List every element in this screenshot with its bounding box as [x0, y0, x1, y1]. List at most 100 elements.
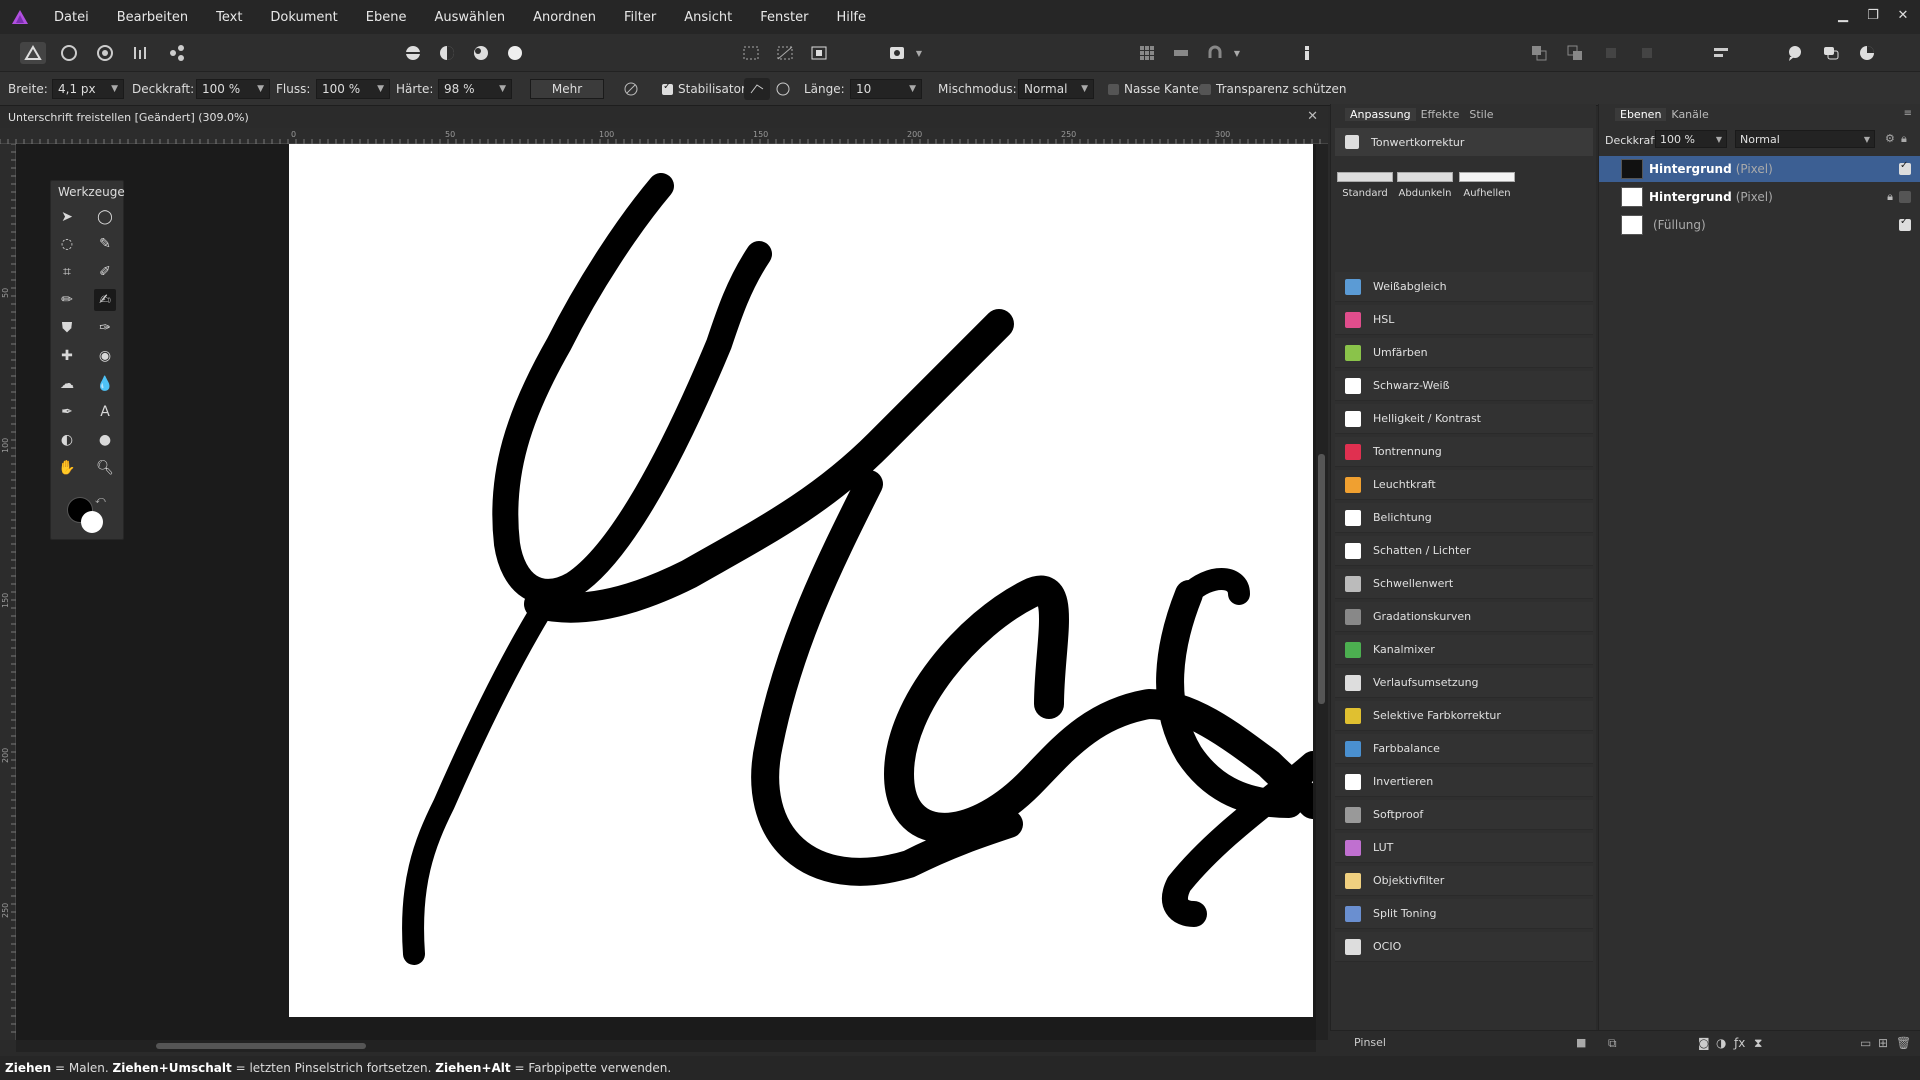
menu-item-3[interactable]: Dokument — [256, 10, 351, 25]
secondary-color-swatch[interactable] — [81, 511, 103, 533]
menu-item-4[interactable]: Ebene — [352, 10, 421, 25]
select-rect-icon[interactable] — [738, 42, 764, 64]
menu-item-0[interactable]: Datei — [40, 10, 103, 25]
zoom-tool-icon[interactable]: 🔍︎ — [94, 457, 116, 479]
blur-tool-icon[interactable]: 💧 — [94, 373, 116, 395]
close-window-icon[interactable]: ✕ — [1888, 0, 1918, 30]
minimize-window-icon[interactable]: ▁ — [1828, 0, 1858, 30]
layer-visibility-checkbox[interactable] — [1899, 160, 1911, 175]
liquify-persona-icon[interactable] — [56, 42, 82, 64]
quick-mask-icon[interactable] — [884, 42, 910, 64]
align-menu-icon[interactable] — [1708, 42, 1734, 64]
flow-field[interactable]: 100 % ▼ — [316, 79, 390, 99]
arrange-top-icon[interactable] — [1634, 42, 1660, 64]
adjustment-item[interactable]: Selektive Farbkorrektur — [1335, 701, 1593, 731]
paint-brush-icon[interactable]: ✍ — [94, 289, 116, 311]
add-live-filter-icon[interactable]: ⧗ — [1754, 1036, 1762, 1051]
ellipse-select-icon[interactable]: ◯ — [94, 206, 116, 228]
pen-tool-icon[interactable]: ✒ — [56, 401, 78, 423]
fill-brush-icon[interactable]: ✏ — [56, 289, 78, 311]
adjustment-item[interactable]: Weißabgleich — [1335, 272, 1593, 302]
assistant-icon[interactable] — [1782, 42, 1808, 64]
add-adjustment-icon[interactable]: ◑ — [1716, 1036, 1726, 1050]
tone-mapping-persona-icon[interactable] — [128, 42, 154, 64]
adjustment-item[interactable]: Leuchtkraft — [1335, 470, 1593, 500]
shape-tool-icon[interactable]: ● — [94, 429, 116, 451]
dodge-tool-icon[interactable]: ☁ — [56, 373, 78, 395]
adjustment-item[interactable]: Schatten / Lichter — [1335, 536, 1593, 566]
adjustment-item[interactable]: Helligkeit / Kontrast — [1335, 404, 1593, 434]
crop-tool-icon[interactable]: ⌗ — [56, 261, 78, 283]
vertical-scroll-thumb[interactable] — [1318, 454, 1325, 704]
auto-contrast-icon[interactable] — [434, 42, 460, 64]
snapping-dropdown-icon[interactable]: ▼ — [1230, 42, 1244, 64]
add-mask-icon[interactable]: ◙ — [1698, 1036, 1710, 1050]
layer-locked-icon[interactable]: 🔒︎ — [1887, 190, 1893, 204]
arrange-forward-icon[interactable] — [1562, 42, 1588, 64]
menu-item-8[interactable]: Ansicht — [670, 10, 746, 25]
layer-visibility-checkbox[interactable] — [1899, 216, 1911, 231]
add-layer-icon[interactable]: ⊞ — [1878, 1036, 1888, 1050]
restore-window-icon[interactable]: ❐ — [1858, 0, 1888, 30]
tab-stile[interactable]: Stile — [1464, 108, 1498, 121]
auto-colors-icon[interactable] — [468, 42, 494, 64]
auto-levels-icon[interactable] — [400, 42, 426, 64]
adjustment-item[interactable]: Invertieren — [1335, 767, 1593, 797]
tab-kanaele[interactable]: Kanäle — [1666, 108, 1713, 121]
wet-edges-checkbox[interactable] — [1108, 83, 1119, 95]
hand-tool-icon[interactable]: ✋ — [56, 457, 78, 479]
deselect-icon[interactable] — [772, 42, 798, 64]
adjustment-item[interactable]: Softproof — [1335, 800, 1593, 830]
layer-stack-icon[interactable]: ⧉ — [1608, 1036, 1617, 1051]
menu-item-6[interactable]: Anordnen — [519, 10, 610, 25]
layer-row[interactable]: (Füllung) — [1599, 212, 1920, 238]
context-help-icon[interactable] — [1294, 42, 1320, 64]
menu-item-10[interactable]: Hilfe — [822, 10, 880, 25]
adjustment-item[interactable]: Verlaufsumsetzung — [1335, 668, 1593, 698]
selection-brush-icon[interactable]: ✎ — [94, 233, 116, 255]
swap-colors-icon[interactable]: ⤺ — [95, 495, 106, 506]
layer-visibility-checkbox[interactable] — [1899, 191, 1911, 203]
adjustment-item[interactable]: Objektivfilter — [1335, 866, 1593, 896]
document-canvas[interactable] — [289, 144, 1313, 1017]
pixel-persona-icon[interactable] — [20, 42, 46, 64]
stabilizer-checkbox[interactable] — [662, 81, 673, 95]
protect-alpha-checkbox[interactable] — [1200, 83, 1211, 95]
close-document-icon[interactable]: ✕ — [1307, 109, 1318, 124]
healing-brush-icon[interactable]: ✚ — [56, 345, 78, 367]
vertical-scrollbar[interactable] — [1316, 144, 1328, 1040]
panel-menu-icon[interactable]: ≡ — [1904, 108, 1912, 119]
brush-panel-menu-icon[interactable]: ■ — [1576, 1036, 1586, 1049]
layer-settings-gear-icon[interactable]: ⚙ — [1885, 132, 1895, 145]
adjustment-item[interactable]: Tontrennung — [1335, 437, 1593, 467]
hardness-field[interactable]: 98 % ▼ — [438, 79, 512, 99]
menu-item-5[interactable]: Auswählen — [420, 10, 519, 25]
opacity-field[interactable]: 100 % ▼ — [196, 79, 270, 99]
adjustment-item[interactable]: Kanalmixer — [1335, 635, 1593, 665]
preset-aufhellen[interactable]: Aufhellen — [1459, 172, 1515, 199]
snapping-icon[interactable] — [1202, 42, 1228, 64]
adjustment-item[interactable]: Schwarz-Weiß — [1335, 371, 1593, 401]
adjustment-item[interactable]: Schwellenwert — [1335, 569, 1593, 599]
text-tool-icon[interactable]: A — [94, 401, 116, 423]
app-logo-icon[interactable] — [0, 0, 40, 34]
more-button[interactable]: Mehr — [530, 79, 604, 99]
protect-alpha-toggle[interactable]: Transparenz schützen — [1200, 80, 1347, 98]
color-picker-icon[interactable]: ✐ — [94, 261, 116, 283]
blend-mode-select[interactable]: Normal ▼ — [1018, 79, 1094, 99]
stamp-tool-icon[interactable]: ⛊ — [56, 317, 78, 339]
align-icon[interactable] — [1168, 42, 1194, 64]
layer-row[interactable]: Hintergrund (Pixel) — [1599, 156, 1920, 182]
export-persona-icon[interactable] — [164, 42, 190, 64]
preset-standard[interactable]: Standard — [1337, 172, 1393, 199]
adjustment-item[interactable]: Split Toning — [1335, 899, 1593, 929]
invert-selection-icon[interactable] — [806, 42, 832, 64]
arrange-back-icon[interactable] — [1526, 42, 1552, 64]
adjustment-item[interactable]: LUT — [1335, 833, 1593, 863]
pressure-icon[interactable] — [618, 78, 644, 100]
tab-ebenen[interactable]: Ebenen — [1615, 107, 1667, 121]
window-mode-icon[interactable] — [770, 78, 796, 100]
adjustment-item[interactable]: HSL — [1335, 305, 1593, 335]
arrange-front-icon[interactable] — [1598, 42, 1624, 64]
smudge-tool-icon[interactable]: ✑ — [94, 317, 116, 339]
